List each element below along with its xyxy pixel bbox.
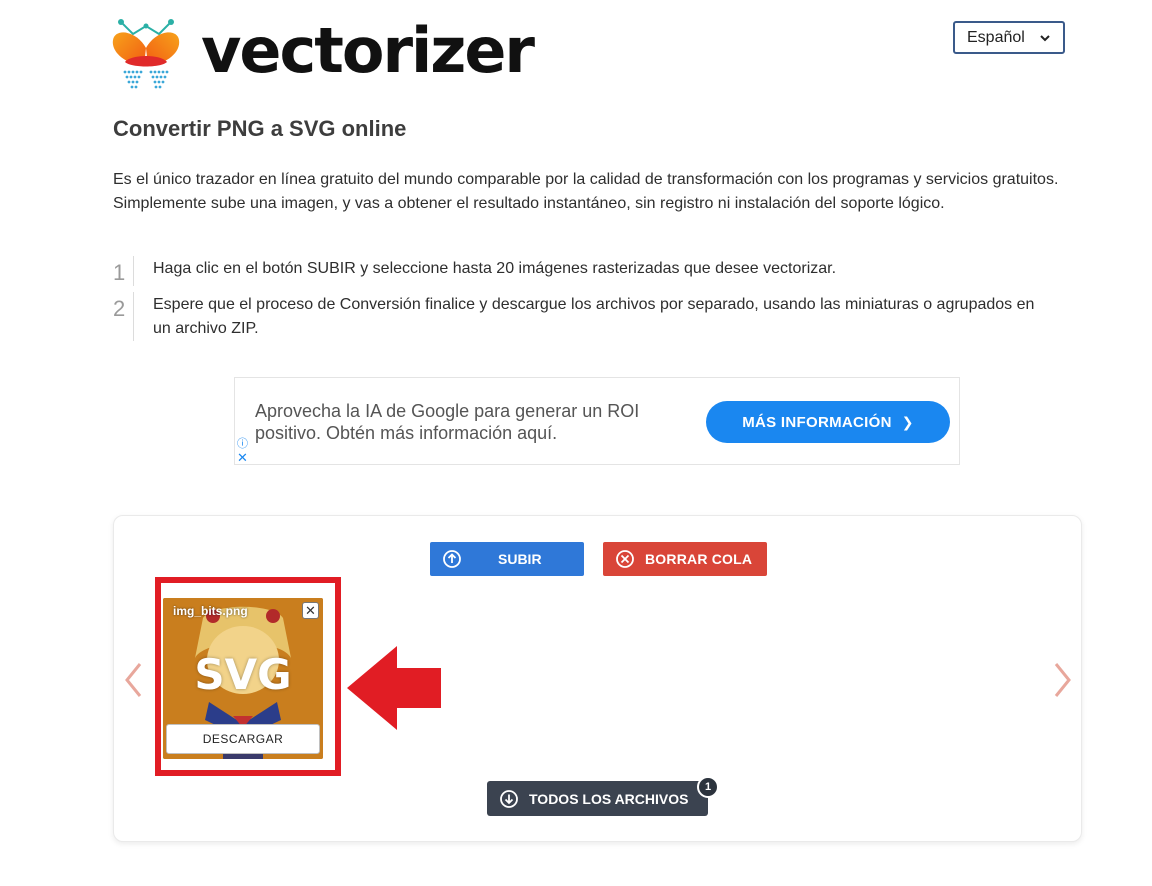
- butterfly-logo-icon: [112, 19, 180, 89]
- remove-file-icon[interactable]: ✕: [302, 602, 319, 619]
- file-name: img_bits.png: [173, 604, 248, 618]
- upload-button[interactable]: SUBIR: [430, 542, 584, 576]
- language-select[interactable]: Español: [953, 21, 1065, 54]
- chevron-left-icon[interactable]: [122, 661, 146, 699]
- ad-banner[interactable]: Aprovecha la IA de Google para generar u…: [234, 377, 960, 465]
- download-button[interactable]: DESCARGAR: [166, 724, 320, 754]
- ad-more-info-button[interactable]: MÁS INFORMACIÓN ❯: [706, 401, 950, 443]
- step-text: Haga clic en el botón SUBIR y seleccione…: [153, 260, 837, 277]
- upload-arrow-icon: [443, 550, 461, 568]
- brand-name: vectorizer: [201, 14, 535, 87]
- chevron-right-icon[interactable]: [1050, 661, 1074, 699]
- step-text: Espere que el proceso de Conversión fina…: [153, 296, 1035, 337]
- download-all-files-button[interactable]: TODOS LOS ARCHIVOS: [487, 781, 708, 816]
- step-number: 2: [113, 292, 134, 341]
- clear-x-icon: [616, 550, 634, 568]
- info-icon[interactable]: ⓘ: [237, 435, 248, 451]
- ad-text: Aprovecha la IA de Google para generar u…: [255, 401, 640, 443]
- steps-list: 1 Haga clic en el botón SUBIR y seleccio…: [113, 256, 1053, 347]
- download-arrow-icon: [500, 789, 518, 808]
- vectorizer-logo[interactable]: vectorizer: [111, 14, 535, 90]
- upload-label: SUBIR: [498, 551, 542, 567]
- language-select-value: Español: [967, 28, 1025, 46]
- chevron-down-icon: [1040, 35, 1050, 42]
- converter-panel: SUBIR BORRAR COLA img_bits.png ✕ SVG DES…: [113, 515, 1082, 842]
- download-all-label: TODOS LOS ARCHIVOS: [529, 790, 689, 807]
- red-arrow-annotation-icon: [347, 646, 441, 730]
- step-number: 1: [113, 256, 134, 286]
- format-label: SVG: [194, 650, 292, 699]
- page-title: Convertir PNG a SVG online: [113, 116, 407, 141]
- close-icon[interactable]: ✕: [237, 450, 248, 466]
- step-item: 2 Espere que el proceso de Conversión fi…: [113, 292, 1053, 341]
- ad-button-label: MÁS INFORMACIÓN: [742, 413, 892, 431]
- intro-paragraph: Es el único trazador en línea gratuito d…: [113, 171, 1059, 212]
- step-item: 1 Haga clic en el botón SUBIR y seleccio…: [113, 256, 1053, 286]
- clear-queue-label: BORRAR COLA: [645, 551, 753, 567]
- file-count-badge: 1: [697, 776, 719, 798]
- file-thumbnail[interactable]: img_bits.png ✕ SVG DESCARGAR: [163, 598, 323, 759]
- chevron-right-icon: ❯: [901, 413, 914, 430]
- clear-queue-button[interactable]: BORRAR COLA: [603, 542, 767, 576]
